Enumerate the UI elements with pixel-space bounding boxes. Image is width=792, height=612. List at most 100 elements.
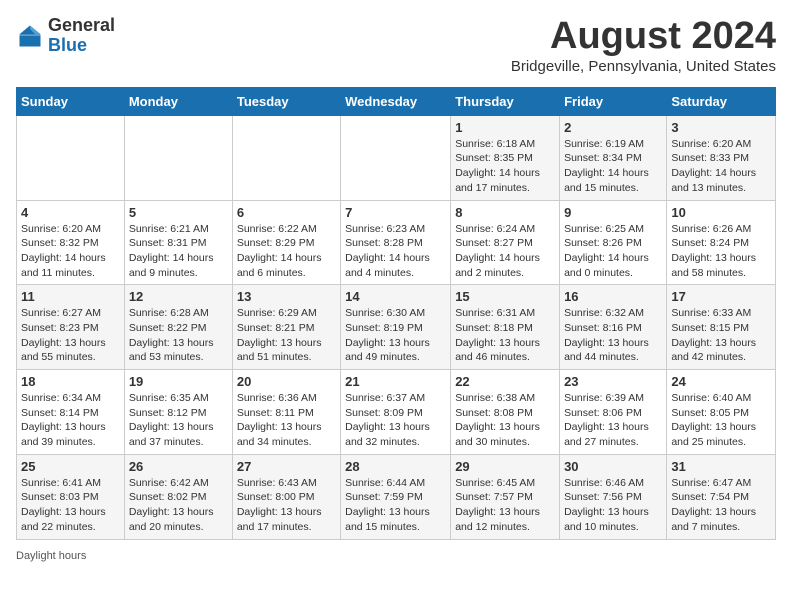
day-number: 3 bbox=[671, 120, 771, 135]
page-header: General Blue August 2024 Bridgeville, Pe… bbox=[16, 16, 776, 75]
calendar-cell: 24 Sunrise: 6:40 AM Sunset: 8:05 PM Dayli… bbox=[667, 370, 776, 455]
day-info: Sunrise: 6:38 AM Sunset: 8:08 PM Dayligh… bbox=[455, 391, 555, 450]
calendar-cell: 30 Sunrise: 6:46 AM Sunset: 7:56 PM Dayli… bbox=[560, 454, 667, 539]
calendar-week-row: 4 Sunrise: 6:20 AM Sunset: 8:32 PM Daylig… bbox=[17, 200, 776, 285]
day-number: 24 bbox=[671, 374, 771, 389]
calendar-cell: 17 Sunrise: 6:33 AM Sunset: 8:15 PM Dayli… bbox=[667, 285, 776, 370]
calendar-week-row: 1 Sunrise: 6:18 AM Sunset: 8:35 PM Daylig… bbox=[17, 115, 776, 200]
calendar-cell: 29Sunrise: 6:45 AM Sunset: 7:57 PM Dayli… bbox=[451, 454, 560, 539]
day-info: Sunrise: 6:42 AM Sunset: 8:02 PM Dayligh… bbox=[129, 476, 228, 535]
day-number: 8 bbox=[455, 205, 555, 220]
day-info: Sunrise: 6:33 AM Sunset: 8:15 PM Dayligh… bbox=[671, 306, 771, 365]
day-info: Sunrise: 6:39 AM Sunset: 8:06 PM Dayligh… bbox=[564, 391, 662, 450]
day-number: 9 bbox=[564, 205, 662, 220]
calendar-cell: 14 Sunrise: 6:30 AM Sunset: 8:19 PM Dayli… bbox=[341, 285, 451, 370]
day-info: Sunrise: 6:29 AM Sunset: 8:21 PM Dayligh… bbox=[237, 306, 336, 365]
day-number: 4 bbox=[21, 205, 120, 220]
day-info: Sunrise: 6:37 AM Sunset: 8:09 PM Dayligh… bbox=[345, 391, 446, 450]
calendar-title: August 2024 bbox=[511, 16, 776, 58]
day-number: 26 bbox=[129, 459, 228, 474]
day-number: 16 bbox=[564, 289, 662, 304]
day-number: 13 bbox=[237, 289, 336, 304]
calendar-cell: 26 Sunrise: 6:42 AM Sunset: 8:02 PM Dayli… bbox=[124, 454, 232, 539]
calendar-cell: 2 Sunrise: 6:19 AM Sunset: 8:34 PM Daylig… bbox=[560, 115, 667, 200]
day-number: 25 bbox=[21, 459, 120, 474]
day-of-week-header: Thursday bbox=[451, 87, 560, 115]
day-info: Sunrise: 6:45 AM Sunset: 7:57 PM Dayligh… bbox=[455, 476, 555, 535]
day-info: Sunrise: 6:36 AM Sunset: 8:11 PM Dayligh… bbox=[237, 391, 336, 450]
day-of-week-header: Friday bbox=[560, 87, 667, 115]
calendar-cell: 23Sunrise: 6:39 AM Sunset: 8:06 PM Dayli… bbox=[560, 370, 667, 455]
day-info: Sunrise: 6:35 AM Sunset: 8:12 PM Dayligh… bbox=[129, 391, 228, 450]
calendar-cell: 21 Sunrise: 6:37 AM Sunset: 8:09 PM Dayli… bbox=[341, 370, 451, 455]
calendar-cell: 28Sunrise: 6:44 AM Sunset: 7:59 PM Dayli… bbox=[341, 454, 451, 539]
day-of-week-header: Saturday bbox=[667, 87, 776, 115]
day-number: 15 bbox=[455, 289, 555, 304]
logo: General Blue bbox=[16, 16, 115, 56]
day-info: Sunrise: 6:20 AM Sunset: 8:33 PM Dayligh… bbox=[671, 137, 771, 196]
footer: Daylight hours bbox=[16, 550, 776, 562]
calendar-cell: 1 Sunrise: 6:18 AM Sunset: 8:35 PM Daylig… bbox=[451, 115, 560, 200]
header-row: SundayMondayTuesdayWednesdayThursdayFrid… bbox=[17, 87, 776, 115]
day-number: 14 bbox=[345, 289, 446, 304]
day-info: Sunrise: 6:46 AM Sunset: 7:56 PM Dayligh… bbox=[564, 476, 662, 535]
calendar-week-row: 11Sunrise: 6:27 AM Sunset: 8:23 PM Dayli… bbox=[17, 285, 776, 370]
calendar-cell: 15 Sunrise: 6:31 AM Sunset: 8:18 PM Dayli… bbox=[451, 285, 560, 370]
calendar-cell: 5Sunrise: 6:21 AM Sunset: 8:31 PM Daylig… bbox=[124, 200, 232, 285]
day-info: Sunrise: 6:30 AM Sunset: 8:19 PM Dayligh… bbox=[345, 306, 446, 365]
day-info: Sunrise: 6:19 AM Sunset: 8:34 PM Dayligh… bbox=[564, 137, 662, 196]
day-number: 31 bbox=[671, 459, 771, 474]
calendar-cell: 12Sunrise: 6:28 AM Sunset: 8:22 PM Dayli… bbox=[124, 285, 232, 370]
calendar-cell: 8Sunrise: 6:24 AM Sunset: 8:27 PM Daylig… bbox=[451, 200, 560, 285]
day-info: Sunrise: 6:26 AM Sunset: 8:24 PM Dayligh… bbox=[671, 222, 771, 281]
day-info: Sunrise: 6:20 AM Sunset: 8:32 PM Dayligh… bbox=[21, 222, 120, 281]
day-of-week-header: Monday bbox=[124, 87, 232, 115]
day-number: 18 bbox=[21, 374, 120, 389]
day-number: 30 bbox=[564, 459, 662, 474]
logo-text: General Blue bbox=[48, 16, 115, 56]
day-info: Sunrise: 6:43 AM Sunset: 8:00 PM Dayligh… bbox=[237, 476, 336, 535]
calendar-cell: 27Sunrise: 6:43 AM Sunset: 8:00 PM Dayli… bbox=[232, 454, 340, 539]
calendar-cell: 19Sunrise: 6:35 AM Sunset: 8:12 PM Dayli… bbox=[124, 370, 232, 455]
day-info: Sunrise: 6:31 AM Sunset: 8:18 PM Dayligh… bbox=[455, 306, 555, 365]
calendar-cell: 6 Sunrise: 6:22 AM Sunset: 8:29 PM Daylig… bbox=[232, 200, 340, 285]
calendar-cell bbox=[124, 115, 232, 200]
calendar-subtitle: Bridgeville, Pennsylvania, United States bbox=[511, 58, 776, 75]
calendar-cell: 20Sunrise: 6:36 AM Sunset: 8:11 PM Dayli… bbox=[232, 370, 340, 455]
calendar-cell: 13 Sunrise: 6:29 AM Sunset: 8:21 PM Dayli… bbox=[232, 285, 340, 370]
calendar-cell bbox=[341, 115, 451, 200]
calendar-cell: 3 Sunrise: 6:20 AM Sunset: 8:33 PM Daylig… bbox=[667, 115, 776, 200]
calendar-cell: 16Sunrise: 6:32 AM Sunset: 8:16 PM Dayli… bbox=[560, 285, 667, 370]
calendar-cell bbox=[232, 115, 340, 200]
day-info: Sunrise: 6:41 AM Sunset: 8:03 PM Dayligh… bbox=[21, 476, 120, 535]
calendar-week-row: 25 Sunrise: 6:41 AM Sunset: 8:03 PM Dayli… bbox=[17, 454, 776, 539]
day-number: 6 bbox=[237, 205, 336, 220]
day-info: Sunrise: 6:47 AM Sunset: 7:54 PM Dayligh… bbox=[671, 476, 771, 535]
calendar-cell bbox=[17, 115, 125, 200]
calendar-cell: 22Sunrise: 6:38 AM Sunset: 8:08 PM Dayli… bbox=[451, 370, 560, 455]
calendar-cell: 11Sunrise: 6:27 AM Sunset: 8:23 PM Dayli… bbox=[17, 285, 125, 370]
day-info: Sunrise: 6:21 AM Sunset: 8:31 PM Dayligh… bbox=[129, 222, 228, 281]
day-of-week-header: Wednesday bbox=[341, 87, 451, 115]
day-number: 21 bbox=[345, 374, 446, 389]
calendar-cell: 10Sunrise: 6:26 AM Sunset: 8:24 PM Dayli… bbox=[667, 200, 776, 285]
day-info: Sunrise: 6:28 AM Sunset: 8:22 PM Dayligh… bbox=[129, 306, 228, 365]
calendar-cell: 25 Sunrise: 6:41 AM Sunset: 8:03 PM Dayli… bbox=[17, 454, 125, 539]
day-number: 1 bbox=[455, 120, 555, 135]
day-info: Sunrise: 6:22 AM Sunset: 8:29 PM Dayligh… bbox=[237, 222, 336, 281]
day-info: Sunrise: 6:18 AM Sunset: 8:35 PM Dayligh… bbox=[455, 137, 555, 196]
calendar-table: SundayMondayTuesdayWednesdayThursdayFrid… bbox=[16, 87, 776, 540]
day-of-week-header: Sunday bbox=[17, 87, 125, 115]
title-block: August 2024 Bridgeville, Pennsylvania, U… bbox=[511, 16, 776, 75]
logo-icon bbox=[16, 22, 44, 50]
day-number: 17 bbox=[671, 289, 771, 304]
day-info: Sunrise: 6:27 AM Sunset: 8:23 PM Dayligh… bbox=[21, 306, 120, 365]
day-info: Sunrise: 6:44 AM Sunset: 7:59 PM Dayligh… bbox=[345, 476, 446, 535]
day-info: Sunrise: 6:25 AM Sunset: 8:26 PM Dayligh… bbox=[564, 222, 662, 281]
calendar-cell: 4 Sunrise: 6:20 AM Sunset: 8:32 PM Daylig… bbox=[17, 200, 125, 285]
day-number: 7 bbox=[345, 205, 446, 220]
day-info: Sunrise: 6:34 AM Sunset: 8:14 PM Dayligh… bbox=[21, 391, 120, 450]
day-number: 2 bbox=[564, 120, 662, 135]
calendar-cell: 18 Sunrise: 6:34 AM Sunset: 8:14 PM Dayli… bbox=[17, 370, 125, 455]
day-info: Sunrise: 6:40 AM Sunset: 8:05 PM Dayligh… bbox=[671, 391, 771, 450]
